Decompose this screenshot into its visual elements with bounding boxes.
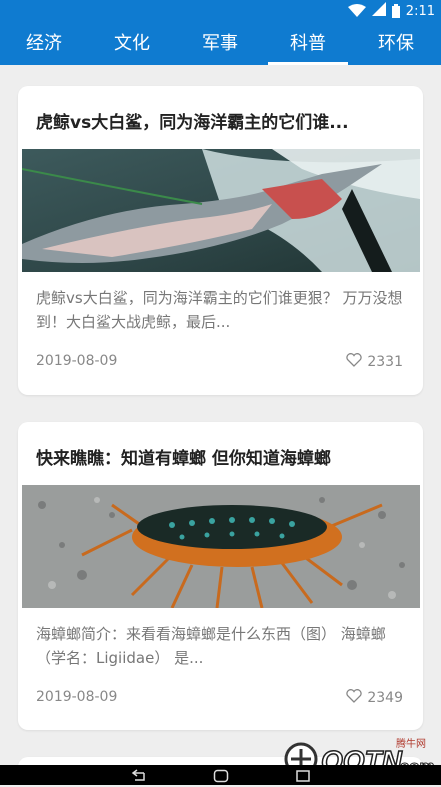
status-icons: 2:11 — [347, 2, 435, 20]
tab-military[interactable]: 军事 — [176, 22, 264, 65]
shark-photo-image[interactable] — [21, 149, 420, 272]
status-time: 2:11 — [405, 3, 435, 19]
recents-button[interactable] — [295, 768, 311, 787]
wifi-icon — [347, 4, 366, 18]
article-title[interactable]: 快来瞧瞧：知道有蟑螂 但你知道海蟑螂 — [36, 444, 405, 469]
tab-economy[interactable]: 经济 — [0, 22, 88, 65]
heart-icon[interactable] — [346, 353, 363, 371]
status-bar: 2:11 — [0, 0, 441, 22]
home-button[interactable] — [213, 768, 229, 787]
like-counter[interactable]: 2331 — [346, 353, 403, 371]
like-count: 2331 — [367, 354, 403, 370]
article-title[interactable]: 虎鲸vs大白鲨，同为海洋霸主的它们谁... — [36, 108, 405, 133]
article-date: 2019-08-09 — [36, 353, 118, 369]
article-summary: 海蟑螂简介：来看看海蟑螂是什么东西（图） 海蟑螂（学名：Ligiidae） 是.… — [36, 625, 386, 667]
heart-icon[interactable] — [346, 689, 363, 707]
category-tab-bar: 经济 文化 军事 科普 环保 — [0, 22, 441, 65]
battery-icon — [391, 4, 400, 18]
article-card[interactable]: 快来瞧瞧：知道有蟑螂 但你知道海蟑螂 海蟑螂简介：来看看海蟑螂是什么东西（图） … — [18, 422, 423, 730]
signal-icon — [371, 2, 386, 20]
tab-culture[interactable]: 文化 — [88, 22, 176, 65]
like-counter[interactable]: 2349 — [346, 689, 403, 707]
tab-science[interactable]: 科普 — [264, 22, 352, 65]
article-date: 2019-08-09 — [36, 689, 118, 705]
sea-cockroach-photo-image[interactable] — [22, 485, 420, 609]
tab-environment[interactable]: 环保 — [352, 22, 440, 65]
article-card[interactable]: 虎鲸vs大白鲨，同为海洋霸主的它们谁... 虎鲸vs大白鲨，同为海洋霸主的它们谁… — [18, 86, 423, 395]
back-button[interactable] — [130, 768, 146, 787]
like-count: 2349 — [367, 690, 403, 706]
article-summary: 虎鲸vs大白鲨，同为海洋霸主的它们谁更狠？ 万万没想到！大白鲨大战虎鲸，最后..… — [36, 289, 403, 331]
system-nav-bar — [0, 765, 441, 785]
